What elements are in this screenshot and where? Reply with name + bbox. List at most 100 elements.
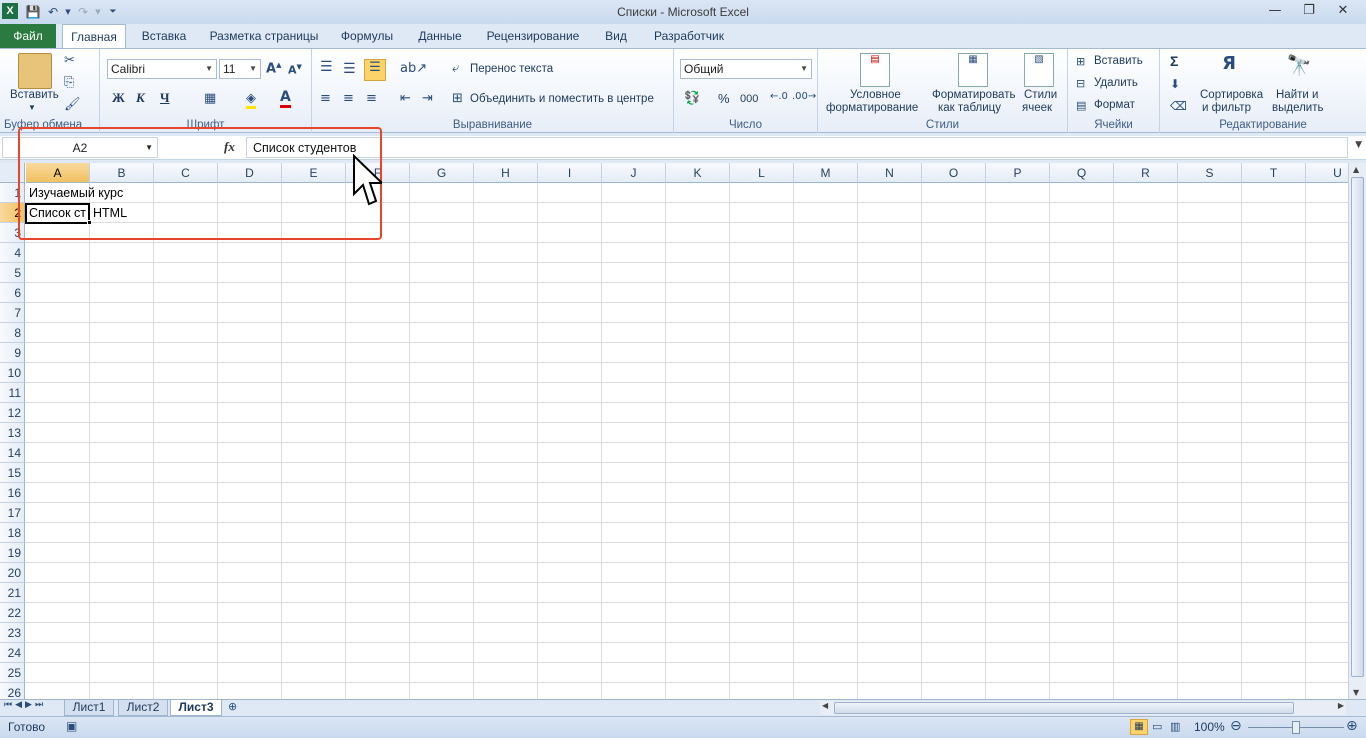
increase-decimal-icon[interactable]: ←.0 (770, 91, 788, 102)
scroll-down-icon[interactable]: ▼ (1353, 688, 1359, 697)
column-header-j[interactable]: J (602, 163, 666, 183)
tab-data[interactable]: Данные (410, 24, 470, 48)
conditional-formatting-line1[interactable]: Условное (850, 89, 901, 101)
sheet-tab-1[interactable]: Лист1 (64, 700, 114, 716)
row-header-8[interactable]: 8 (0, 323, 25, 343)
scroll-up-icon[interactable]: ▲ (1353, 165, 1359, 174)
row-header-23[interactable]: 23 (0, 623, 25, 643)
underline-button[interactable]: Ч (160, 90, 170, 106)
conditional-formatting-icon[interactable]: ▤ (860, 53, 890, 87)
format-cells-icon[interactable]: ▤ (1076, 99, 1086, 112)
font-color-icon[interactable]: A (280, 89, 291, 108)
merge-center-button[interactable]: Объединить и поместить в центре (470, 93, 654, 105)
align-middle-icon[interactable]: ☰ (343, 61, 356, 77)
decrease-indent-icon[interactable]: ⇤ (400, 91, 411, 106)
column-header-p[interactable]: P (986, 163, 1050, 183)
column-header-u[interactable]: U (1306, 163, 1348, 183)
macro-record-icon[interactable]: ▣ (66, 719, 77, 733)
expand-formula-bar-icon[interactable]: ▼ (1355, 140, 1362, 150)
horizontal-scroll-thumb[interactable] (834, 702, 1294, 714)
row-header-6[interactable]: 6 (0, 283, 25, 303)
number-format-select[interactable]: Общий ▼ (680, 59, 812, 79)
align-center-icon[interactable]: ≡ (343, 91, 354, 106)
sort-filter-line2[interactable]: и фильтр (1202, 102, 1251, 114)
decrease-decimal-icon[interactable]: .00→ (792, 91, 816, 102)
row-header-25[interactable]: 25 (0, 663, 25, 683)
row-header-12[interactable]: 12 (0, 403, 25, 423)
find-select-line2[interactable]: выделить (1272, 102, 1324, 114)
cell-styles-line2[interactable]: ячеек (1022, 102, 1052, 114)
format-as-table-line2[interactable]: как таблицу (938, 102, 1001, 114)
format-as-table-line1[interactable]: Форматировать (932, 89, 1015, 101)
orientation-icon[interactable]: ab↗ (400, 61, 427, 76)
font-size-select[interactable]: 11 ▼ (219, 59, 261, 79)
grow-font-icon[interactable]: A▲ (266, 61, 281, 76)
cell-styles-line1[interactable]: Стили (1024, 89, 1057, 101)
paste-button[interactable]: Вставить (10, 89, 59, 101)
restore-icon[interactable]: ❐ (1292, 2, 1326, 20)
column-header-r[interactable]: R (1114, 163, 1178, 183)
row-header-22[interactable]: 22 (0, 603, 25, 623)
zoom-slider-thumb[interactable] (1292, 721, 1300, 734)
row-header-11[interactable]: 11 (0, 383, 25, 403)
sheet-tab-2[interactable]: Лист2 (118, 700, 168, 716)
column-header-s[interactable]: S (1178, 163, 1242, 183)
column-header-i[interactable]: I (538, 163, 602, 183)
fill-color-icon[interactable]: ◈ (246, 91, 256, 109)
insert-cells-icon[interactable]: ⊞ (1076, 55, 1085, 68)
sort-filter-line1[interactable]: Сортировка (1200, 89, 1263, 101)
clear-icon[interactable]: ⌫ (1170, 99, 1187, 113)
format-as-table-icon[interactable]: ▦ (958, 53, 988, 87)
autosum-button[interactable]: Σ (1170, 53, 1178, 69)
tab-home[interactable]: Главная (62, 24, 126, 49)
wrap-text-button[interactable]: Перенос текста (470, 63, 553, 75)
shrink-font-icon[interactable]: A▼ (288, 63, 302, 77)
tab-developer[interactable]: Разработчик (646, 24, 732, 48)
zoom-out-icon[interactable]: ⊖ (1230, 718, 1242, 734)
column-header-h[interactable]: H (474, 163, 538, 183)
fill-icon[interactable]: ⬇ (1170, 77, 1180, 91)
row-header-17[interactable]: 17 (0, 503, 25, 523)
column-header-g[interactable]: G (410, 163, 474, 183)
column-header-l[interactable]: L (730, 163, 794, 183)
row-header-10[interactable]: 10 (0, 363, 25, 383)
delete-cells-icon[interactable]: ⊟ (1076, 77, 1085, 90)
tab-review[interactable]: Рецензирование (480, 24, 586, 48)
font-family-select[interactable]: Calibri ▼ (107, 59, 217, 79)
zoom-level[interactable]: 100% (1194, 720, 1225, 734)
cut-icon[interactable]: ✂ (64, 53, 75, 68)
align-left-icon[interactable]: ≡ (320, 91, 331, 106)
row-header-7[interactable]: 7 (0, 303, 25, 323)
sheet-nav-icons[interactable]: ⏮◀▶⏭ (4, 700, 46, 710)
italic-button[interactable]: К (136, 90, 145, 106)
find-select-icon[interactable]: 🔭 (1284, 53, 1314, 87)
format-cells-button[interactable]: Формат (1094, 99, 1135, 111)
row-header-24[interactable]: 24 (0, 643, 25, 663)
column-header-o[interactable]: O (922, 163, 986, 183)
column-header-k[interactable]: K (666, 163, 730, 183)
vertical-scrollbar[interactable]: ▲ ▼ (1348, 163, 1366, 699)
row-header-5[interactable]: 5 (0, 263, 25, 283)
tab-insert[interactable]: Вставка (134, 24, 194, 48)
percent-button[interactable]: % (718, 91, 730, 106)
sort-filter-icon[interactable]: Я (1214, 53, 1244, 87)
row-header-13[interactable]: 13 (0, 423, 25, 443)
thousands-button[interactable]: 000 (740, 93, 758, 105)
column-header-t[interactable]: T (1242, 163, 1306, 183)
horizontal-scrollbar[interactable]: ◀ ▶ (820, 701, 1346, 715)
find-select-line1[interactable]: Найти и (1276, 89, 1318, 101)
row-header-15[interactable]: 15 (0, 463, 25, 483)
page-break-view-icon[interactable]: ▥ (1170, 720, 1180, 733)
paste-icon[interactable] (18, 53, 52, 89)
scroll-right-icon[interactable]: ▶ (1338, 701, 1344, 710)
column-header-q[interactable]: Q (1050, 163, 1114, 183)
row-header-4[interactable]: 4 (0, 243, 25, 263)
sheet-tab-3[interactable]: Лист3 (170, 700, 222, 716)
tab-formulas[interactable]: Формулы (334, 24, 400, 48)
insert-cells-button[interactable]: Вставить (1094, 55, 1143, 67)
column-header-n[interactable]: N (858, 163, 922, 183)
close-icon[interactable]: ✕ (1326, 2, 1360, 20)
format-painter-icon[interactable]: 🖌 (64, 97, 81, 112)
row-header-14[interactable]: 14 (0, 443, 25, 463)
row-header-9[interactable]: 9 (0, 343, 25, 363)
